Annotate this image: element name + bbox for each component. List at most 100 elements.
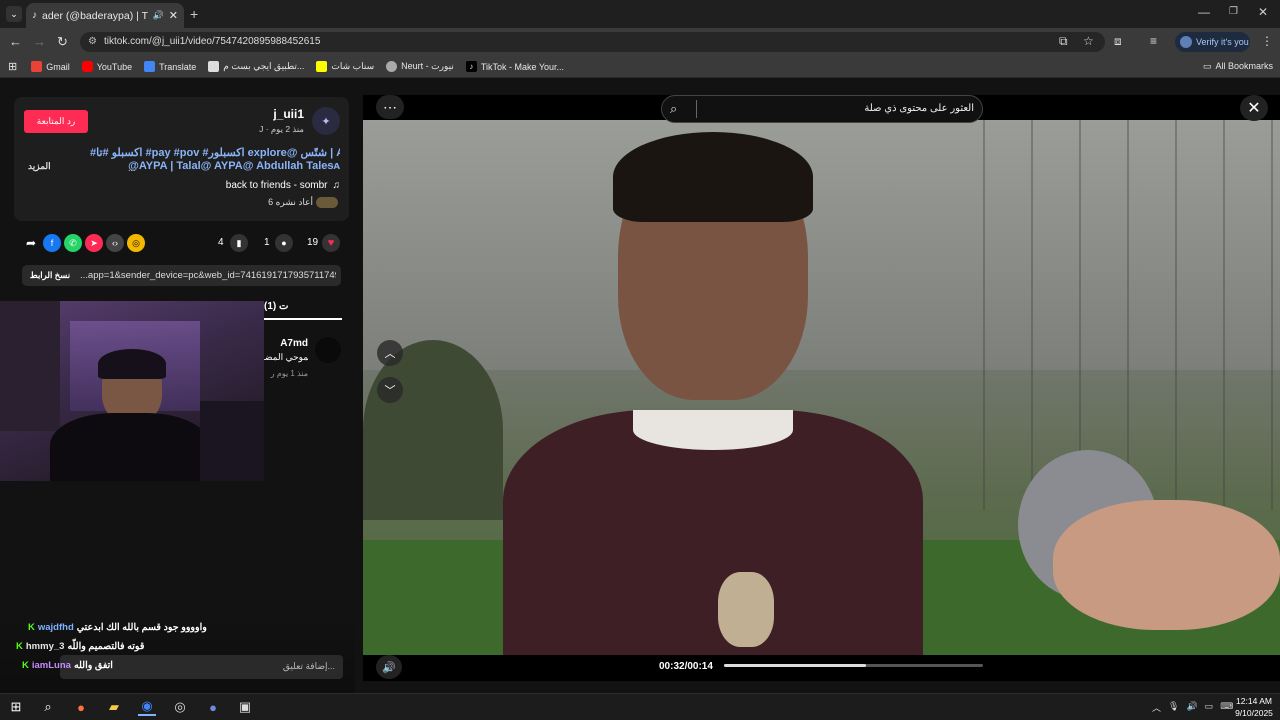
action-row: ➦ f ✆ ➤ ‹› ◎ 4 ▮ 1 ● 19 ♥ <box>20 234 345 254</box>
whatsapp-icon[interactable]: ✆ <box>64 234 82 252</box>
taskbar-date[interactable]: 9/10/2025 <box>1232 708 1276 718</box>
all-bookmarks[interactable]: ▭ All Bookmarks <box>1203 61 1273 72</box>
bookmark-youtube[interactable]: YouTube <box>81 61 133 72</box>
minimize-icon[interactable]: — <box>1198 5 1210 19</box>
commenter-name[interactable]: A7md <box>264 338 308 349</box>
menu-icon[interactable]: ⋮ <box>1261 34 1273 48</box>
streamer-webcam <box>0 301 264 481</box>
send-icon[interactable]: ➤ <box>85 234 103 252</box>
back-icon[interactable]: ← <box>9 34 22 49</box>
taskbar-search-icon[interactable]: ⌕ <box>39 698 57 716</box>
network-icon[interactable]: ▭ <box>1205 701 1214 714</box>
comment-text: طموحي المضه <box>260 352 308 362</box>
webcam-shirt <box>50 413 210 481</box>
close-tab-icon[interactable]: ✕ <box>169 9 178 22</box>
firefox-icon[interactable]: ● <box>72 698 90 716</box>
apps-icon[interactable]: ⊞ <box>8 60 17 73</box>
bookmark-gmail[interactable]: Gmail <box>31 61 70 72</box>
author-avatar[interactable]: ✦ <box>312 107 340 135</box>
comments-tab-underline <box>264 318 342 320</box>
save-count: 4 <box>218 237 224 248</box>
browser-tab[interactable]: ♪ ader (@baderaypa) | TikTok 🔊 ✕ <box>26 3 184 28</box>
tray-chevron-icon[interactable]: ︿ <box>1152 701 1161 714</box>
chrome-icon[interactable]: ◉ <box>138 698 156 716</box>
copy-link-button[interactable]: نسخ الرابط <box>24 267 76 284</box>
media-control-icon[interactable]: ≡ <box>1150 34 1157 48</box>
next-video-icon[interactable]: ﹀ <box>377 377 403 403</box>
caption-ellipsis: ... <box>128 163 136 173</box>
store-icon[interactable]: ▣ <box>236 698 254 716</box>
facebook-icon[interactable]: f <box>43 234 61 252</box>
obs-icon[interactable]: ◎ <box>171 698 189 716</box>
system-tray[interactable]: ︿ 🎙 🔊 ▭ ⌨ <box>1152 701 1233 714</box>
repost-count: 6 أعاد نشره <box>268 197 313 207</box>
bookmark-label: YouTube <box>96 61 133 72</box>
more-options-icon[interactable]: ⋯ <box>376 95 404 119</box>
repost-avatars-icon <box>316 197 338 208</box>
tab-list-icon[interactable]: ⌄ <box>6 6 22 22</box>
video-frame[interactable] <box>363 120 1280 655</box>
forward-icon[interactable]: → <box>33 34 46 49</box>
commenter-avatar[interactable] <box>315 337 341 363</box>
bookmark-label: سناب شات <box>331 61 375 71</box>
speaker-icon[interactable]: 🔊 <box>1186 701 1197 714</box>
site-info-icon[interactable]: ⚙ <box>88 36 97 47</box>
address-bar[interactable]: ⚙ tiktok.com/@j_uii1/video/7547420895988… <box>80 32 1105 52</box>
heart-icon[interactable]: ♥ <box>322 234 340 252</box>
extensions-icon[interactable]: ⧈ <box>1114 34 1122 49</box>
discord-icon[interactable]: ● <box>204 698 222 716</box>
verify-label: Verify it's you <box>1196 37 1249 47</box>
bookmark-star-icon[interactable]: ☆ <box>1083 34 1094 48</box>
music-row[interactable]: back to friends - sombr ♫ <box>200 180 340 191</box>
verify-button[interactable]: Verify it's you <box>1175 32 1250 52</box>
author-username[interactable]: j_uii1 <box>230 107 304 121</box>
chat-user: wajdfhd <box>37 622 74 633</box>
chat-text: قوته فالتصميم واللّه <box>67 641 145 652</box>
neurt-icon <box>386 61 398 72</box>
chat-message: K hmmy_3 قوته فالتصميم واللّه <box>16 641 144 652</box>
coins-icon[interactable]: ◎ <box>127 234 145 252</box>
close-window-icon[interactable]: ✕ <box>1258 5 1268 19</box>
bookmark-neurt[interactable]: Neurt - نيورت <box>386 61 454 72</box>
comment-icon[interactable]: ● <box>275 234 293 252</box>
new-tab-icon[interactable]: + <box>190 6 198 22</box>
taskbar-time[interactable]: 12:14 AM <box>1232 696 1276 706</box>
comments-tab[interactable]: (1) ت <box>264 301 288 312</box>
follow-back-button[interactable]: رد المتابعة <box>24 110 88 133</box>
video-search-box[interactable]: ⌕ العثور على محتوى ذي صلة <box>661 95 983 123</box>
crest-icon <box>718 572 774 647</box>
volume-icon[interactable]: 🔊 <box>376 655 402 679</box>
music-note-icon: ♫ <box>332 180 341 191</box>
bookmark-label: تطبيق ايجي بست م... <box>223 61 305 71</box>
mic-icon[interactable]: 🎙 <box>1168 701 1179 714</box>
reload-icon[interactable]: ↻ <box>57 34 68 50</box>
tiktok-favicon-icon: ♪ <box>32 10 37 21</box>
share-arrow-icon[interactable]: ➦ <box>22 234 40 252</box>
bookmark-snapchat[interactable]: سناب شات <box>316 61 374 72</box>
install-icon[interactable]: ⧉ <box>1059 34 1068 49</box>
close-icon[interactable]: ✕ <box>1240 95 1268 121</box>
video-time: 00:32/00:14 <box>659 661 713 672</box>
bookmark-translate[interactable]: Translate <box>144 61 196 72</box>
repost-row[interactable]: 6 أعاد نشره <box>260 197 338 208</box>
copy-link-row: ...app=1&sender_device=pc&web_id=7416191… <box>22 265 341 286</box>
add-comment-placeholder: إضافة تعليق... <box>282 661 335 671</box>
bookmark-icon[interactable]: ▮ <box>230 234 248 252</box>
more-link[interactable]: المزيد <box>28 161 51 172</box>
previous-video-icon[interactable]: ︿ <box>377 340 403 366</box>
windows-start-icon[interactable]: ⊞ <box>7 698 25 716</box>
bookmark-tiktok[interactable]: ♪ TikTok - Make Your... <box>465 61 564 72</box>
person-hair <box>613 132 813 222</box>
progress-track[interactable] <box>724 664 983 667</box>
caption-line-1[interactable]: #اكسبلو #تا #pay #pov #اكسبلور explore@ … <box>90 146 340 159</box>
search-icon[interactable]: ⌕ <box>670 101 677 117</box>
tab-title: ader (@baderaypa) | TikTok <box>42 9 148 22</box>
chat-badge-icon: K <box>22 660 29 671</box>
fence <box>983 120 1280 510</box>
embed-icon[interactable]: ‹› <box>106 234 124 252</box>
restore-icon[interactable]: ❐ <box>1229 6 1238 17</box>
file-explorer-icon[interactable]: ▰ <box>105 698 123 716</box>
shirt-collar <box>633 410 793 450</box>
share-link-text: ...app=1&sender_device=pc&web_id=7416191… <box>80 270 336 281</box>
bookmark-egybest[interactable]: تطبيق ايجي بست م... <box>208 61 304 72</box>
